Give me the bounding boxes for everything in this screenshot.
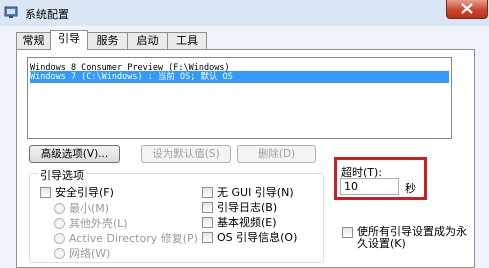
set-default-button[interactable]: 设为默认值(S)	[141, 145, 231, 163]
delete-button[interactable]: 删除(D)	[237, 145, 316, 163]
checkbox-box[interactable]	[202, 216, 213, 228]
make-permanent-option[interactable]: 使所有引导设置成为永久设置(K)	[342, 226, 472, 250]
window-title: 系统配置	[25, 8, 69, 21]
network-radio[interactable]: 网络(W)	[54, 245, 110, 261]
tab-services[interactable]: 服务	[87, 32, 128, 49]
tab-tools[interactable]: 工具	[167, 32, 207, 49]
checkbox-box[interactable]	[40, 186, 51, 198]
make-permanent-label: 使所有引导设置成为永久设置(K)	[357, 225, 467, 250]
radio-circle[interactable]	[54, 217, 65, 229]
alternate-shell-radio[interactable]: 其他外壳(L)	[54, 215, 128, 231]
close-icon	[461, 3, 473, 14]
no-gui-boot-checkbox[interactable]: 无 GUI 引导(N)	[202, 184, 294, 200]
title-bar: 系统配置	[0, 0, 489, 26]
radio-circle[interactable]	[54, 247, 65, 259]
ad-repair-radio[interactable]: Active Directory 修复(P)	[54, 230, 198, 246]
boot-log-checkbox[interactable]: 引导日志(B)	[202, 199, 277, 215]
checkbox-box[interactable]	[202, 186, 213, 198]
timeout-input[interactable]: 10	[340, 178, 399, 195]
system-config-window: 系统配置 常规 引导 服务 启动 工具 Windows 8 Consumer P…	[0, 0, 489, 268]
alternate-shell-label: 其他外壳(L)	[69, 217, 128, 230]
safe-boot-label: 安全引导(F)	[55, 186, 114, 199]
network-label: 网络(W)	[69, 247, 111, 260]
minimal-radio[interactable]: 最小(M)	[54, 200, 109, 216]
checkbox-box[interactable]	[342, 227, 353, 238]
minimal-label: 最小(M)	[69, 202, 110, 215]
os-boot-info-checkbox[interactable]: OS 引导信息(O)	[202, 229, 297, 245]
checkbox-box[interactable]	[202, 231, 213, 243]
radio-circle[interactable]	[54, 232, 65, 244]
radio-circle[interactable]	[54, 202, 65, 214]
tab-general[interactable]: 常规	[16, 32, 51, 49]
advanced-options-button[interactable]: 高级选项(V)...	[29, 145, 120, 163]
base-video-label: 基本视频(E)	[217, 216, 277, 229]
close-button[interactable]	[446, 0, 488, 19]
system-config-icon	[4, 6, 18, 18]
ad-repair-label: Active Directory 修复(P)	[69, 232, 198, 245]
checkbox-box[interactable]	[202, 201, 213, 213]
timeout-unit: 秒	[405, 182, 416, 195]
os-list[interactable]: Windows 8 Consumer Preview (F:\Windows) …	[27, 57, 452, 139]
boot-log-label: 引导日志(B)	[217, 201, 278, 214]
safe-boot-checkbox[interactable]: 安全引导(F)	[40, 184, 114, 200]
os-boot-info-label: OS 引导信息(O)	[217, 231, 298, 244]
no-gui-boot-label: 无 GUI 引导(N)	[217, 186, 294, 199]
base-video-checkbox[interactable]: 基本视频(E)	[202, 214, 277, 230]
boot-options-title: 引导选项	[38, 167, 86, 183]
tab-startup[interactable]: 启动	[127, 32, 168, 49]
tab-boot[interactable]: 引导	[50, 30, 88, 50]
os-list-item-selected[interactable]: Windows 7 (C:\Windows) : 当前 OS; 默认 OS	[30, 71, 449, 83]
